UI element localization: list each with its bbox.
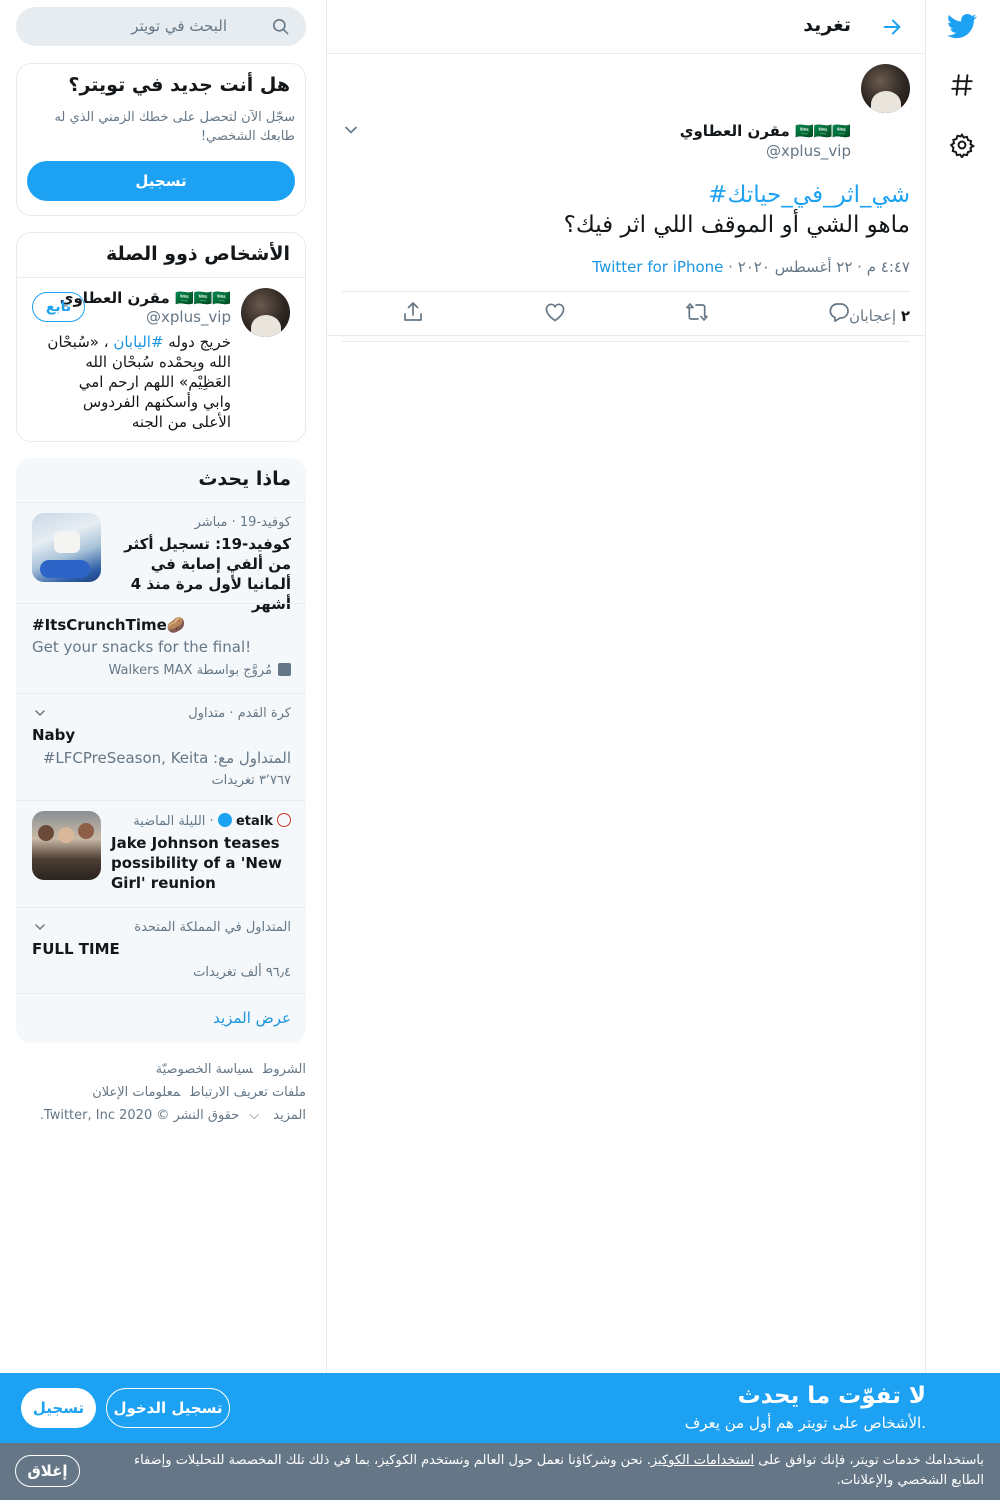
back-arrow-icon[interactable] [875, 10, 909, 44]
ads-info-link[interactable]: معلومات الإعلان [92, 1085, 180, 1100]
verified-icon [217, 813, 232, 827]
user-name[interactable]: مقرن العطاوي 🇸🇦🇸🇦🇸🇦 [60, 289, 231, 307]
trend-title: FULL TIME [32, 940, 120, 958]
trend-thumbnail [32, 811, 101, 880]
user-handle[interactable]: @xplus_vip [146, 308, 231, 326]
divider [342, 341, 910, 342]
author-handle[interactable]: @xplus_vip [766, 142, 851, 160]
search-input[interactable]: البحث في تويتر [16, 7, 306, 46]
trend-related: المتداول مع: LFCPreSeason, Keita# [42, 749, 291, 767]
search-placeholder: البحث في تويتر [131, 17, 227, 35]
follow-button[interactable]: تابع [32, 292, 85, 322]
close-cookie-button[interactable]: إغلاق [15, 1455, 80, 1487]
show-more-link[interactable]: عرض المزيد [213, 1009, 291, 1027]
user-bio: خريج دوله #اليابان ، «سُبحْان الله وبِحم… [47, 332, 231, 432]
more-link[interactable]: المزيد ⌵ [249, 1108, 306, 1123]
cookie-bar: باستخدامك خدمات تويتر، فإنك توافق على اس… [0, 1443, 1000, 1500]
cookie-policy-link[interactable]: استخدامات الكوكيز [651, 1453, 754, 1468]
nav-rail [925, 0, 1000, 1500]
trend-description: Get your snacks for the final! [32, 638, 252, 656]
main-column: تغريد مقرن العطاوي 🇸🇦🇸🇦🇸🇦 @xplus_vip #شي… [326, 0, 926, 1500]
card-text: سجّل الآن لتحصل على خطك الزمني الذي له ط… [54, 110, 295, 144]
terms-link[interactable]: الشروط [263, 1062, 306, 1077]
chevron-down-icon[interactable] [32, 705, 48, 721]
author-name[interactable]: مقرن العطاوي 🇸🇦🇸🇦🇸🇦 [680, 122, 851, 140]
login-button[interactable]: تسجيل الدخول [106, 1388, 230, 1428]
trend-thumbnail [32, 513, 101, 582]
copyright: حقوق النشر © 2020 Twitter, Inc. [39, 1108, 240, 1123]
trend-item[interactable]: etalk · الليلة الماضية Jake Johnson teas… [16, 800, 306, 907]
source-logo-icon [277, 813, 291, 827]
trend-meta: كوفيد-19 · مباشر [194, 515, 291, 530]
privacy-link[interactable]: سياسة الخصوصيّة [156, 1062, 253, 1077]
tweet-time[interactable]: ٤:٤٧ م · ٢٢ أغسطس ٢٠٢٠ · [723, 258, 910, 276]
sidebar-footer: الشروط سياسة الخصوصيّة ملفات تعريف الارتب… [16, 1058, 306, 1127]
show-more-row: عرض المزيد [16, 993, 306, 1043]
tweet-count: ٣٬٧٦٧ تغريدات [211, 773, 291, 788]
heart-icon[interactable] [543, 300, 567, 324]
cookies-link[interactable]: ملفات تعريف الارتباط [190, 1085, 306, 1100]
more-label: المزيد [273, 1108, 306, 1123]
card-title: ماذا يحدث [198, 468, 291, 490]
tweet-hashtag-link[interactable]: #شي_اثر_في_حياتك [708, 182, 910, 208]
promoted-text: مُروَّج بواسطة Walkers MAX [108, 663, 272, 678]
trend-title: Naby [32, 726, 76, 744]
trends-card: ماذا يحدث كوفيد-19 · مباشر كوفيد-19: تسج… [16, 458, 306, 1043]
source-name: etalk [235, 814, 273, 829]
relevant-people-card: الأشخاص ذوو الصلة مقرن العطاوي 🇸🇦🇸🇦🇸🇦 @x… [16, 232, 306, 442]
signup-banner: لا تفوّت ما يحدث الأشخاص على تويتر هم أو… [0, 1373, 1000, 1443]
bio-hashtag-link[interactable]: #اليابان [113, 333, 163, 351]
promoted-icon [278, 663, 291, 676]
cookie-text-pre: باستخدامك خدمات تويتر، فإنك توافق على [754, 1453, 984, 1468]
tweet-timestamp: ٤:٤٧ م · ٢٢ أغسطس ٢٠٢٠ · Twitter for iPh… [592, 258, 910, 276]
chevron-down-icon[interactable] [341, 120, 361, 140]
signup-button[interactable]: تسجيل [21, 1388, 96, 1428]
card-title: هل أنت جديد في تويتر؟ [68, 74, 290, 96]
reply-icon[interactable] [827, 300, 851, 324]
trend-title: كوفيد-19: تسجيل أكثر من ألفي إصابة في أل… [124, 535, 291, 613]
gear-icon[interactable] [940, 123, 984, 167]
chevron-down-icon[interactable] [32, 919, 48, 935]
hashtag-icon[interactable] [940, 63, 984, 107]
divider [17, 277, 305, 278]
avatar[interactable] [241, 288, 290, 337]
tweet-actions [327, 288, 925, 336]
trend-item[interactable]: #ItsCrunchTime🥔 Get your snacks for the … [16, 603, 306, 693]
banner-text: الأشخاص على تويتر هم أول من يعرف. [684, 1414, 926, 1432]
trend-item[interactable]: كرة القدم · متداول Naby المتداول مع: LFC… [16, 693, 306, 800]
promoted-label: مُروَّج بواسطة Walkers MAX [109, 663, 291, 678]
main-header: تغريد [327, 0, 925, 54]
share-icon[interactable] [401, 300, 425, 324]
twitter-logo-icon[interactable] [940, 4, 984, 48]
trend-item[interactable]: المتداول في المملكة المتحدة FULL TIME ٩٦… [16, 907, 306, 993]
page-title: تغريد [803, 14, 851, 36]
tweet-count: ٩٦٫٤ ألف تغريدات [193, 965, 291, 980]
tweet-text: ماهو الشي أو الموقف اللي اثر فيك؟ [563, 212, 910, 238]
retweet-icon[interactable] [685, 300, 709, 324]
trend-title: Jake Johnson teases possibility of a 'Ne… [111, 834, 282, 892]
banner-title: لا تفوّت ما يحدث [737, 1383, 926, 1409]
new-to-twitter-card: هل أنت جديد في تويتر؟ سجّل الآن لتحصل عل… [16, 63, 306, 216]
trend-time: الليلة الماضية [133, 814, 206, 829]
trend-item[interactable]: كوفيد-19 · مباشر كوفيد-19: تسجيل أكثر من… [16, 502, 306, 613]
trend-meta: etalk · الليلة الماضية [133, 813, 291, 829]
search-icon [271, 17, 290, 36]
avatar[interactable] [861, 64, 910, 113]
trend-meta: كرة القدم · متداول [188, 706, 291, 721]
signup-button[interactable]: تسجيل [27, 161, 295, 201]
trend-title: #ItsCrunchTime🥔 [32, 616, 186, 634]
trend-meta: المتداول في المملكة المتحدة [134, 920, 291, 935]
card-title: الأشخاص ذوو الصلة [106, 243, 290, 265]
tweet-source-link[interactable]: Twitter for iPhone [592, 258, 723, 276]
cookie-text: باستخدامك خدمات تويتر، فإنك توافق على اس… [100, 1451, 984, 1491]
bio-text: خريج دوله [163, 333, 231, 351]
